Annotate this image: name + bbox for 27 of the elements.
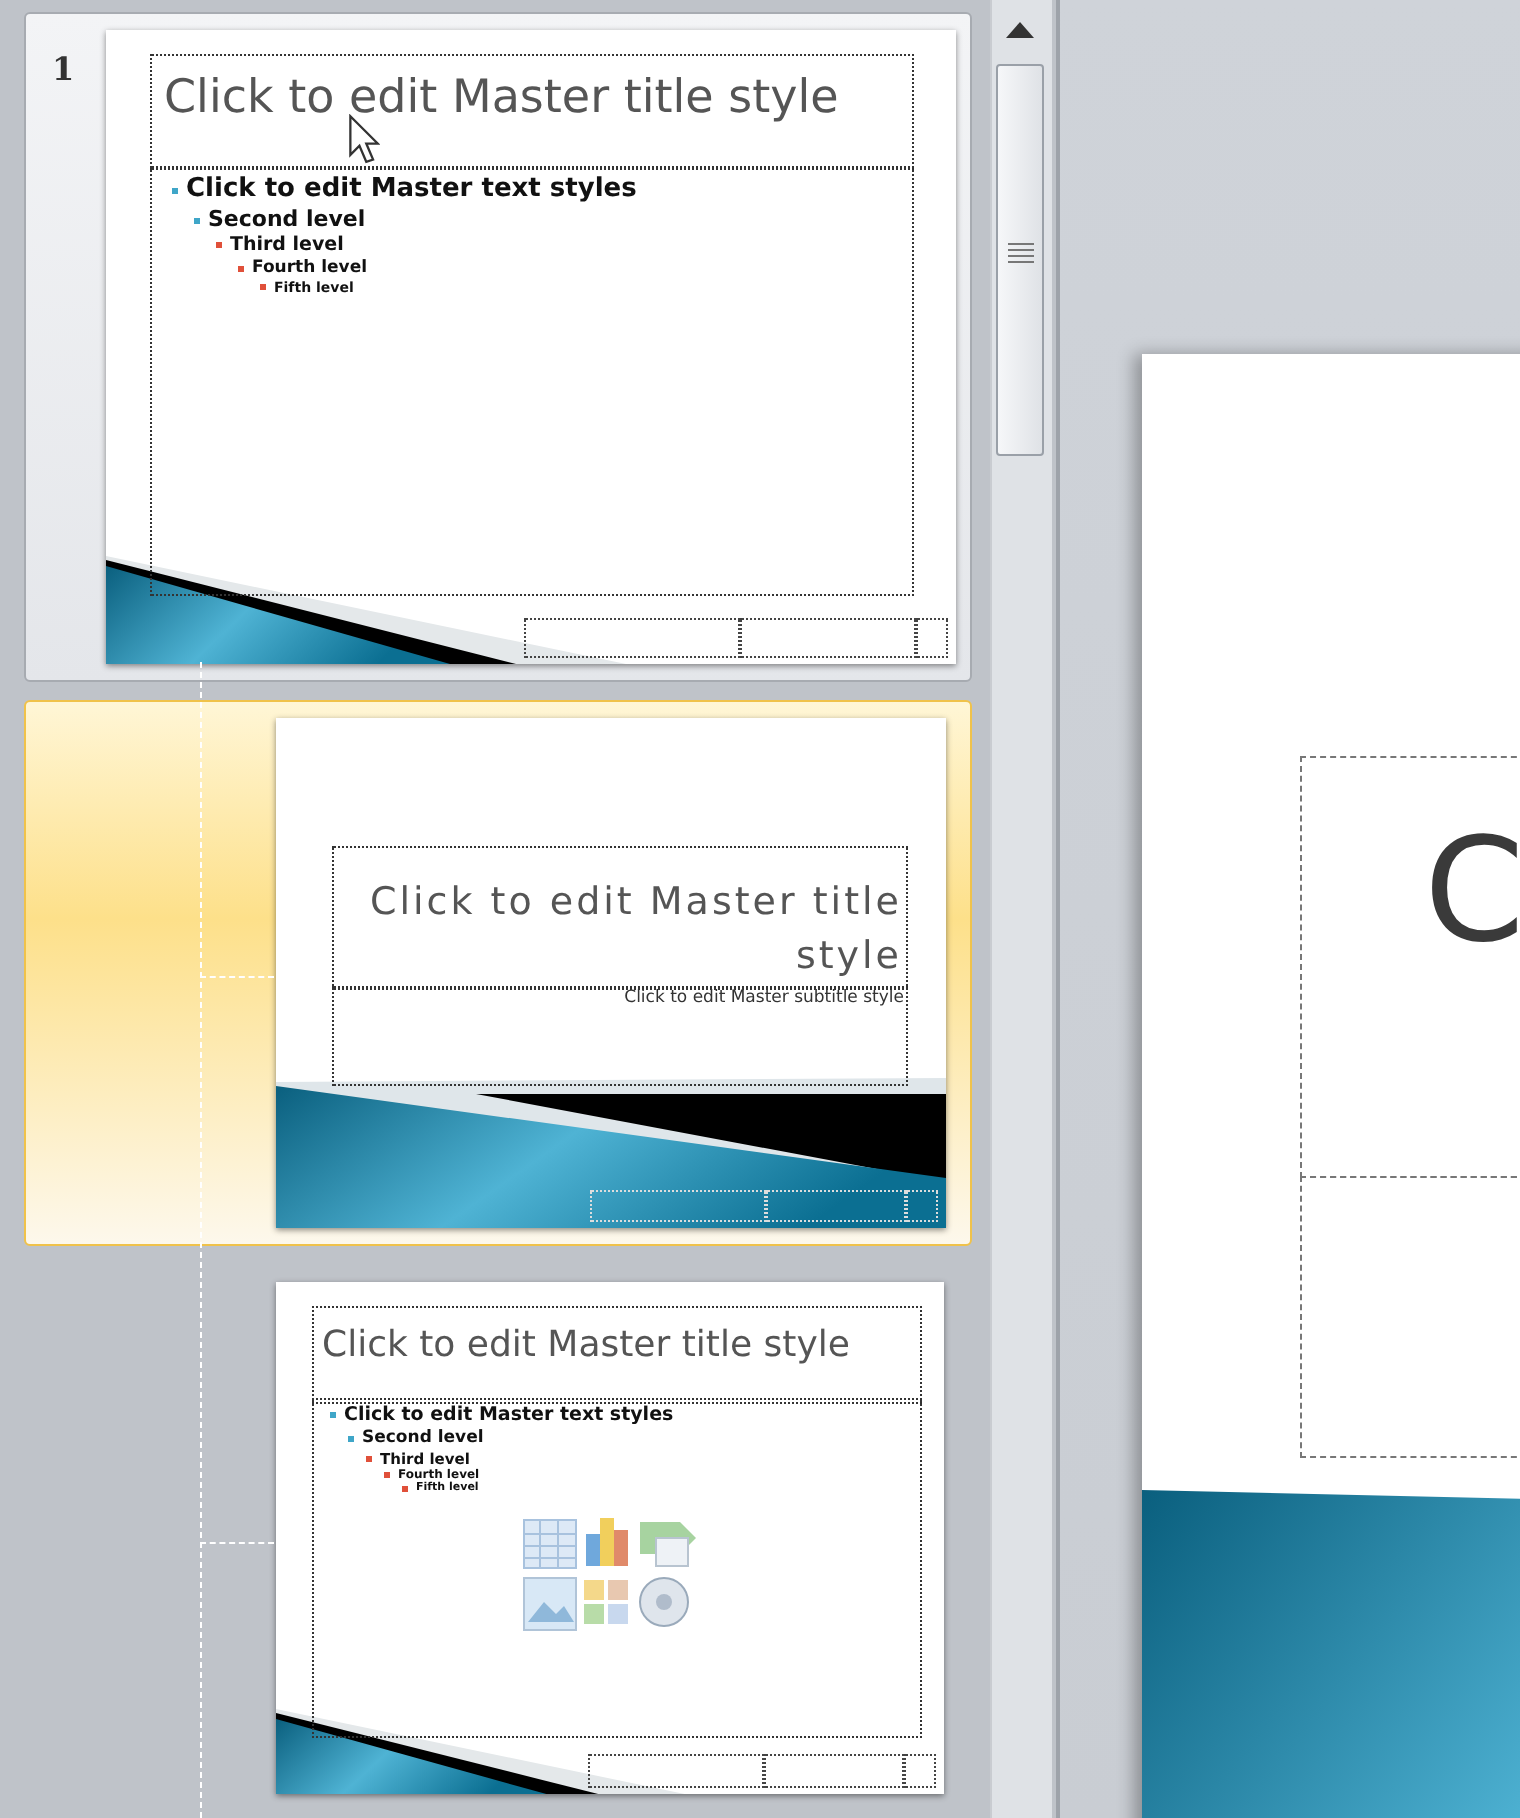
scroll-thumb[interactable] — [996, 64, 1044, 456]
bullet-icon — [402, 1486, 408, 1493]
body-text: Fourth level — [252, 257, 368, 279]
bullet-icon — [348, 1435, 354, 1442]
bullet-icon — [366, 1455, 372, 1462]
cursor-icon — [348, 114, 380, 164]
bullet-icon — [238, 265, 244, 272]
body-text: Click to edit Master text styles — [186, 174, 637, 207]
body-text: Click to edit Master text styles — [344, 1404, 674, 1428]
slide-title: Click to edit Master title style — [367, 878, 902, 982]
slide-subtitle: Click to edit Master subtitle style — [622, 988, 904, 1008]
slide-title: Click to edit Master title style — [164, 72, 841, 124]
body-text: Second level — [208, 206, 366, 234]
bullet-icon — [384, 1472, 390, 1479]
bullet-icon — [172, 187, 178, 194]
grip-icon — [1008, 242, 1034, 266]
body-text: Third level — [230, 234, 344, 258]
body-text: Second level — [362, 1427, 484, 1449]
bullet-icon — [260, 284, 266, 291]
slide-title: Click to edit Master title style — [322, 1324, 852, 1366]
slide-number: 1 — [50, 48, 77, 88]
scroll-up-icon[interactable] — [1004, 20, 1036, 40]
bullet-icon — [330, 1412, 336, 1419]
bullet-icon — [194, 217, 200, 224]
slide-title: C — [1424, 818, 1520, 962]
bullet-icon — [216, 242, 222, 249]
slide-thumbnail[interactable]: Click to edit Master title style Click to edit Master subtitle style — [276, 718, 946, 1228]
